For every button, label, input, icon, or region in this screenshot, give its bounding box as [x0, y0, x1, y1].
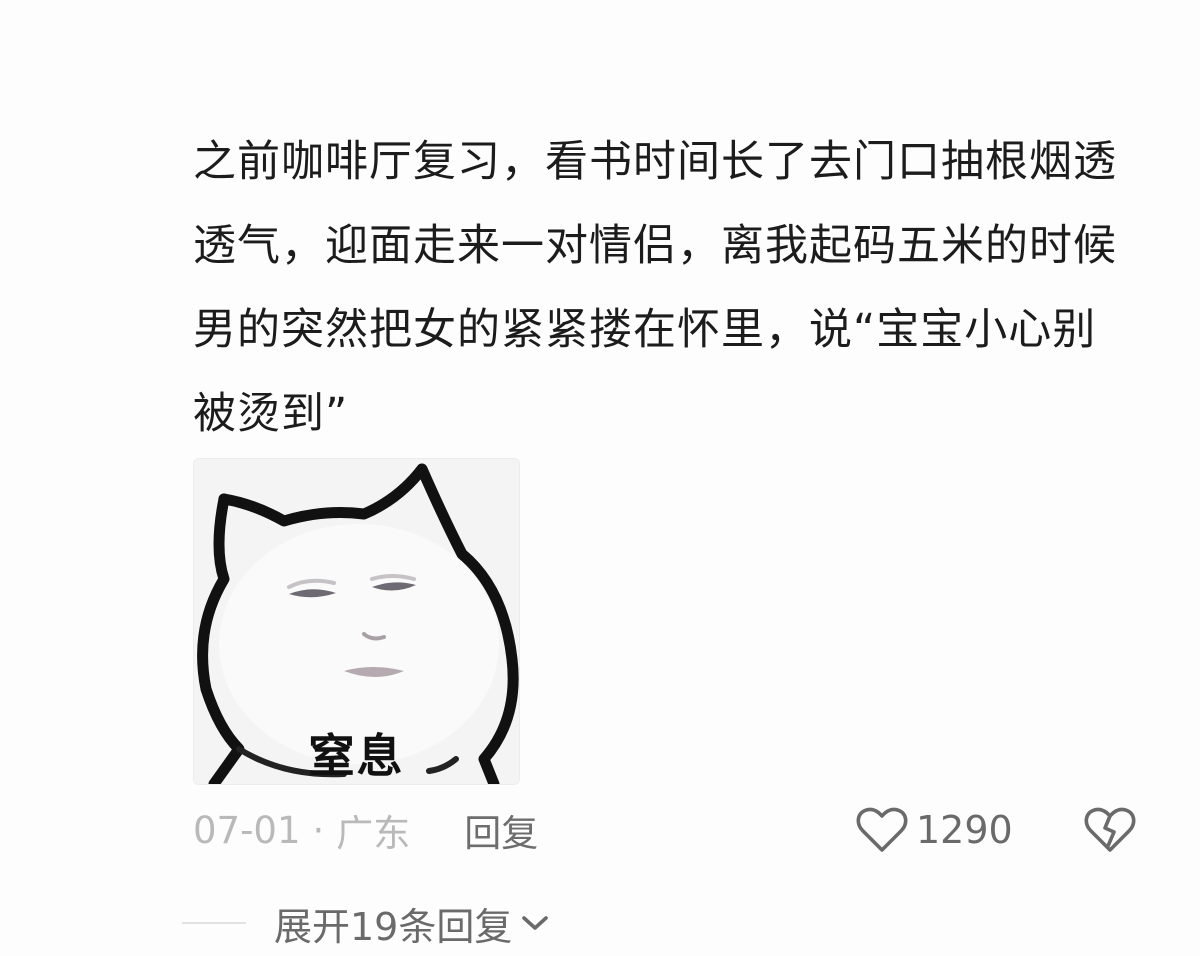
expand-replies-label: 展开19条回复 [274, 904, 513, 949]
sticker-caption: 窒息 [308, 729, 405, 783]
comment-location: 广东 [336, 812, 411, 855]
like-button[interactable]: 1290 [856, 803, 1013, 857]
meta-separator: · [312, 808, 325, 852]
expand-replies-button[interactable]: 展开19条回复 [182, 896, 550, 950]
dislike-button[interactable] [1084, 803, 1136, 857]
chevron-down-icon [522, 916, 549, 930]
like-count: 1290 [916, 808, 1013, 852]
comment-date: 07-01 [193, 808, 301, 852]
comment-meta: 07-01 · 广东 回复 [193, 803, 538, 857]
heart-outline-icon [856, 807, 908, 852]
sticker-image[interactable]: 窒息 [193, 458, 520, 785]
reply-button[interactable]: 回复 [464, 803, 538, 857]
comment-text: 之前咖啡厅复习，看书时间长了去门口抽根烟透透气，迎面走来一对情侣，离我起码五米的… [193, 137, 1117, 439]
broken-heart-icon [1084, 807, 1136, 852]
divider-line [182, 922, 246, 924]
